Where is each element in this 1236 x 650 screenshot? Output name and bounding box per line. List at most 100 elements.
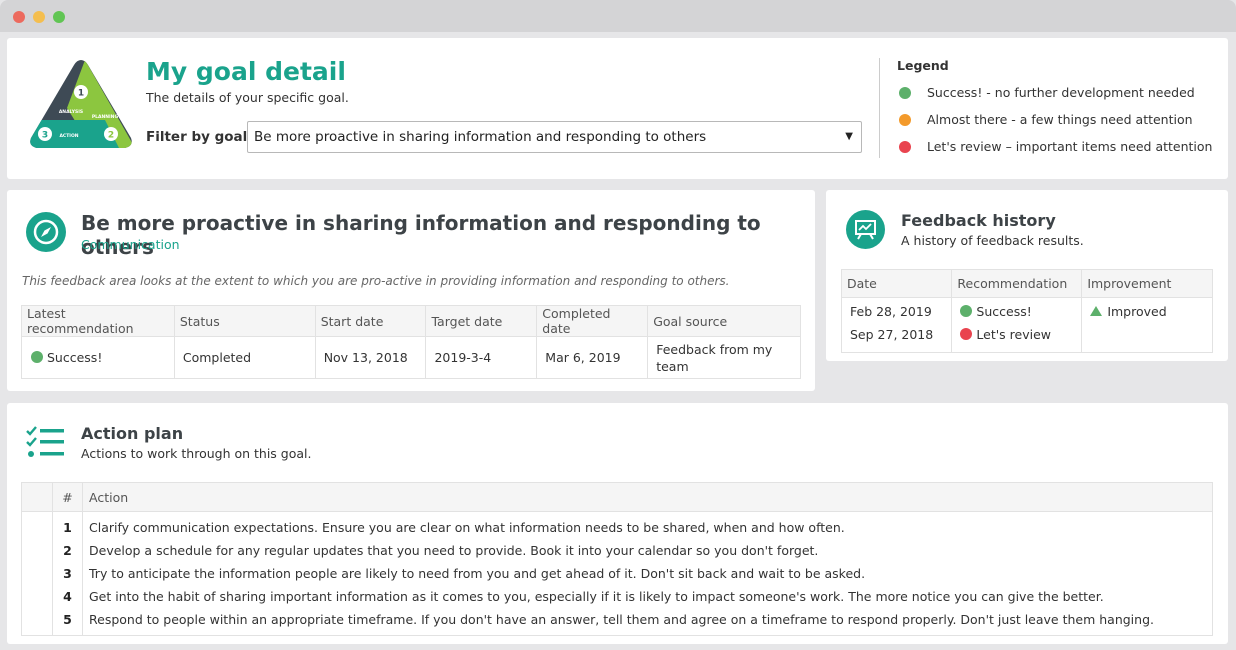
window-titlebar xyxy=(0,0,1236,32)
table-header-row: # Action xyxy=(21,482,1213,512)
action-text: Try to anticipate the information people… xyxy=(82,561,1213,585)
action-text: Develop a schedule for any regular updat… xyxy=(82,538,1213,562)
goal-source-cell: Feedback from my team xyxy=(647,336,801,379)
row-select-cell xyxy=(21,538,53,562)
feedback-history-subtitle: A history of feedback results. xyxy=(901,233,1084,248)
feedback-recommendation: Success! xyxy=(960,300,1073,323)
completed-date-cell: Mar 6, 2019 xyxy=(536,336,649,379)
action-number: 1 xyxy=(52,511,83,539)
filter-label: Filter by goal: xyxy=(146,129,253,145)
recommendation-text: Let's review xyxy=(976,327,1052,342)
checklist-icon xyxy=(26,426,64,457)
feedback-history-table: Date Recommendation Improvement Feb 28, … xyxy=(840,269,1213,353)
column-header: Recommendation xyxy=(951,269,1083,298)
column-header: Latest recommendation xyxy=(21,305,175,337)
legend-label: Let's review – important items need atte… xyxy=(927,139,1213,154)
action-text: Clarify communication expectations. Ensu… xyxy=(82,511,1213,539)
recommendations-cell: Success! Let's review xyxy=(951,297,1083,353)
feedback-date: Sep 27, 2018 xyxy=(850,327,934,342)
row-select-cell xyxy=(21,607,53,636)
goal-filter-select[interactable]: Be more proactive in sharing information… xyxy=(247,121,862,153)
presentation-chart-icon xyxy=(846,210,885,249)
header-panel: 1 2 3 ANALYSIS PLANNING ACTION My goal d… xyxy=(7,38,1228,179)
feedback-date: Feb 28, 2019 xyxy=(850,304,932,319)
legend-item-success: Success! - no further development needed xyxy=(899,85,1195,100)
action-plan-panel: Action plan Actions to work through on t… xyxy=(7,403,1228,644)
table-header-row: Date Recommendation Improvement xyxy=(840,269,1213,298)
goal-title: Be more proactive in sharing information… xyxy=(81,211,761,259)
column-header: Action xyxy=(82,482,1213,512)
dates-cell: Feb 28, 2019 Sep 27, 2018 xyxy=(840,297,953,353)
svg-text:3: 3 xyxy=(42,131,48,141)
green-dot-icon xyxy=(899,86,911,99)
recommendation-text: Success! xyxy=(47,350,103,365)
improvement-text: Improved xyxy=(1107,304,1167,319)
goal-panel: Be more proactive in sharing information… xyxy=(7,190,815,391)
action-plan-title: Action plan xyxy=(81,424,184,443)
legend-label: Success! - no further development needed xyxy=(927,85,1195,100)
green-dot-icon xyxy=(31,351,43,363)
page-title: My goal detail xyxy=(146,57,346,86)
close-window-button[interactable] xyxy=(13,11,25,23)
page-subtitle: The details of your specific goal. xyxy=(146,90,349,105)
action-number: 2 xyxy=(52,538,83,562)
table-row: 5 Respond to people within an appropriat… xyxy=(21,607,1213,636)
legend-divider xyxy=(879,58,880,158)
feedback-history-title: Feedback history xyxy=(901,211,1056,230)
svg-text:2: 2 xyxy=(108,131,114,141)
column-header: Improvement xyxy=(1081,269,1213,298)
svg-text:1: 1 xyxy=(78,89,84,99)
recommendation-text: Success! xyxy=(976,304,1032,319)
action-text: Get into the habit of sharing important … xyxy=(82,584,1213,608)
minimize-window-button[interactable] xyxy=(33,11,45,23)
column-header: Date xyxy=(840,269,953,298)
column-header: Completed date xyxy=(536,305,649,337)
goal-summary-table: Latest recommendation Status Start date … xyxy=(21,305,801,379)
goal-cycle-logo: 1 2 3 ANALYSIS PLANNING ACTION xyxy=(30,60,132,148)
action-number: 5 xyxy=(52,607,83,636)
table-row: 1 Clarify communication expectations. En… xyxy=(21,511,1213,539)
svg-text:ACTION: ACTION xyxy=(59,133,78,139)
legend-item-review: Let's review – important items need atte… xyxy=(899,139,1212,154)
feedback-recommendation: Let's review xyxy=(960,323,1073,346)
table-row: 4 Get into the habit of sharing importan… xyxy=(21,584,1213,608)
table-row: 3 Try to anticipate the information peop… xyxy=(21,561,1213,585)
legend-title: Legend xyxy=(897,58,949,73)
action-plan-table: # Action 1 Clarify communication expecta… xyxy=(21,482,1213,636)
green-dot-icon xyxy=(960,305,973,317)
svg-text:ANALYSIS: ANALYSIS xyxy=(59,109,83,115)
row-select-cell xyxy=(21,511,53,539)
recommendation-cell: Success! xyxy=(21,336,175,379)
orange-dot-icon xyxy=(899,113,911,126)
column-header: Start date xyxy=(314,305,427,337)
red-dot-icon xyxy=(960,328,973,340)
goal-filter-value: Be more proactive in sharing information… xyxy=(254,129,707,145)
goal-category: Communication xyxy=(81,237,180,252)
chevron-down-icon: ▼ xyxy=(845,131,853,142)
goal-description: This feedback area looks at the extent t… xyxy=(22,274,730,288)
start-date-cell: Nov 13, 2018 xyxy=(314,336,427,379)
column-header xyxy=(21,482,53,512)
column-header: Target date xyxy=(425,305,538,337)
action-number: 4 xyxy=(52,584,83,608)
svg-text:PLANNING: PLANNING xyxy=(92,114,119,120)
column-header: # xyxy=(52,482,83,512)
action-text: Respond to people within an appropriate … xyxy=(82,607,1213,636)
status-cell: Completed xyxy=(173,336,316,379)
table-row: Feb 28, 2019 Sep 27, 2018 Success! Let's… xyxy=(840,297,1213,353)
column-header: Goal source xyxy=(647,305,801,337)
improvement-cell: Improved xyxy=(1081,297,1213,353)
target-date-cell: 2019-3-4 xyxy=(425,336,538,379)
red-dot-icon xyxy=(899,140,911,153)
row-select-cell xyxy=(21,584,53,608)
compass-icon xyxy=(26,212,66,252)
table-header-row: Latest recommendation Status Start date … xyxy=(21,305,801,337)
action-number: 3 xyxy=(52,561,83,585)
table-row: 2 Develop a schedule for any regular upd… xyxy=(21,538,1213,562)
triangle-up-icon xyxy=(1090,306,1103,316)
legend-label: Almost there - a few things need attenti… xyxy=(927,112,1193,127)
maximize-window-button[interactable] xyxy=(53,11,65,23)
table-row: Success! Completed Nov 13, 2018 2019-3-4… xyxy=(21,336,801,379)
legend-item-almost: Almost there - a few things need attenti… xyxy=(899,112,1193,127)
feedback-history-panel: Feedback history A history of feedback r… xyxy=(826,190,1228,361)
